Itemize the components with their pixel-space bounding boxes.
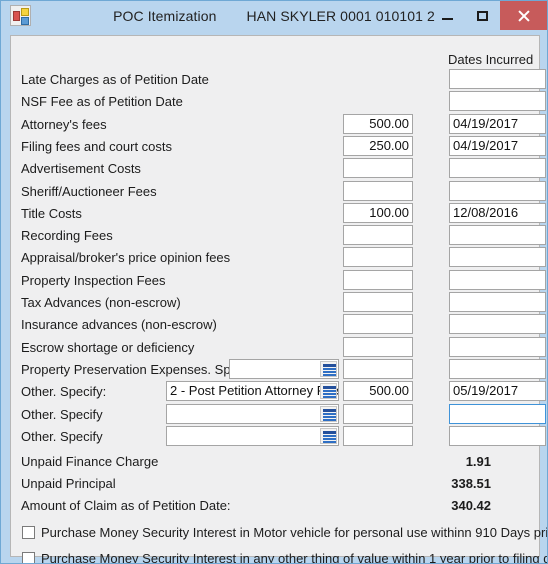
amount-input[interactable] [343,158,413,179]
date-input[interactable] [449,269,546,290]
itemization-panel: Dates Incurred Late Charges as of Petiti… [10,35,547,563]
checkbox-label: Purchase Money Security Interest in any … [41,551,548,564]
amount-input[interactable]: 100.00 [343,202,413,223]
row-label: Title Costs [21,205,82,221]
window-title-main: POC Itemization [113,7,217,24]
date-input[interactable] [449,403,546,424]
checkbox-input[interactable] [22,526,35,540]
date-input[interactable] [449,225,546,246]
date-input[interactable] [449,180,546,201]
row-label: Attorney's fees [21,116,107,132]
date-input[interactable]: 04/19/2017 [449,135,546,156]
date-input[interactable] [449,292,546,312]
amount-input[interactable] [343,247,413,268]
date-input[interactable] [449,358,546,379]
total-label: Unpaid Principal [21,476,116,492]
date-input[interactable]: 04/19/2017 [449,113,546,134]
list-lookup-icon[interactable] [320,427,337,444]
close-button[interactable] [500,1,547,30]
list-lookup-icon[interactable] [320,405,337,422]
total-value: 338.51 [451,476,491,492]
client-area: Dates Incurred Late Charges as of Petiti… [2,30,547,563]
checkbox-input[interactable] [22,552,35,563]
list-lookup-icon[interactable] [320,360,337,377]
specify-input[interactable]: 2 - Post Petition Attorney Fees [166,381,339,402]
window-title-subject: HAN SKYLER 0001 010101 2 [246,7,435,24]
amount-input[interactable]: 500.00 [343,113,413,134]
minimize-icon [442,17,453,20]
dates-incurred-header: Dates Incurred [448,52,534,67]
amount-input[interactable] [343,180,413,201]
row-label: Filing fees and court costs [21,138,173,154]
row-label: Late Charges as of Petition Date [21,72,209,87]
date-input[interactable] [449,425,546,446]
date-input[interactable] [449,158,546,179]
amount-input[interactable] [343,336,413,357]
row-label: Recording Fees [21,228,113,244]
maximize-icon [477,10,488,21]
row-label: Tax Advances (non-escrow) [21,295,181,310]
row-label: Other. Specify: [21,384,107,400]
minimize-button[interactable] [430,1,465,30]
checkbox-label: Purchase Money Security Interest in Moto… [41,525,548,541]
row-label: Advertisement Costs [21,161,141,177]
maximize-button[interactable] [465,1,500,30]
title-bar: POC Itemization HAN SKYLER 0001 010101 2 [1,1,547,30]
window-controls [430,1,547,30]
row-label: Appraisal/broker's price opinion fees [21,250,231,266]
row-label: Insurance advances (non-escrow) [21,317,217,333]
row-label: Property Preservation Expenses. Specify: [21,361,261,377]
row-label: Other. Specify [21,406,103,422]
amount-input[interactable] [343,225,413,246]
row-label: Sheriff/Auctioneer Fees [21,183,157,199]
amount-input[interactable] [343,269,413,290]
total-label: Unpaid Finance Charge [21,454,159,470]
date-input[interactable] [449,314,546,335]
amount-input[interactable] [343,292,413,312]
date-input[interactable] [449,91,546,112]
total-value: 340.42 [451,498,491,514]
date-input[interactable]: 12/08/2016 [449,202,546,223]
amount-input[interactable]: 500.00 [343,381,413,402]
row-label: NSF Fee as of Petition Date [21,94,183,110]
date-input[interactable] [449,69,546,89]
amount-input[interactable] [343,403,413,424]
date-input[interactable] [449,247,546,268]
amount-input[interactable] [343,314,413,335]
row-label: Escrow shortage or deficiency [21,339,195,355]
specify-input[interactable] [166,425,339,446]
row-label: Property Inspection Fees [21,272,166,288]
total-label: Amount of Claim as of Petition Date: [21,498,231,514]
amount-input[interactable] [343,358,413,379]
list-lookup-icon[interactable] [320,383,337,400]
amount-input[interactable] [343,425,413,446]
total-value: 1.91 [465,454,491,470]
poc-itemization-window: POC Itemization HAN SKYLER 0001 010101 2… [0,0,548,564]
row-label: Other. Specify [21,428,103,444]
specify-input[interactable] [166,403,339,424]
amount-input[interactable]: 250.00 [343,135,413,156]
close-icon [517,9,530,22]
date-input[interactable] [449,336,546,357]
date-input[interactable]: 05/19/2017 [449,381,546,402]
